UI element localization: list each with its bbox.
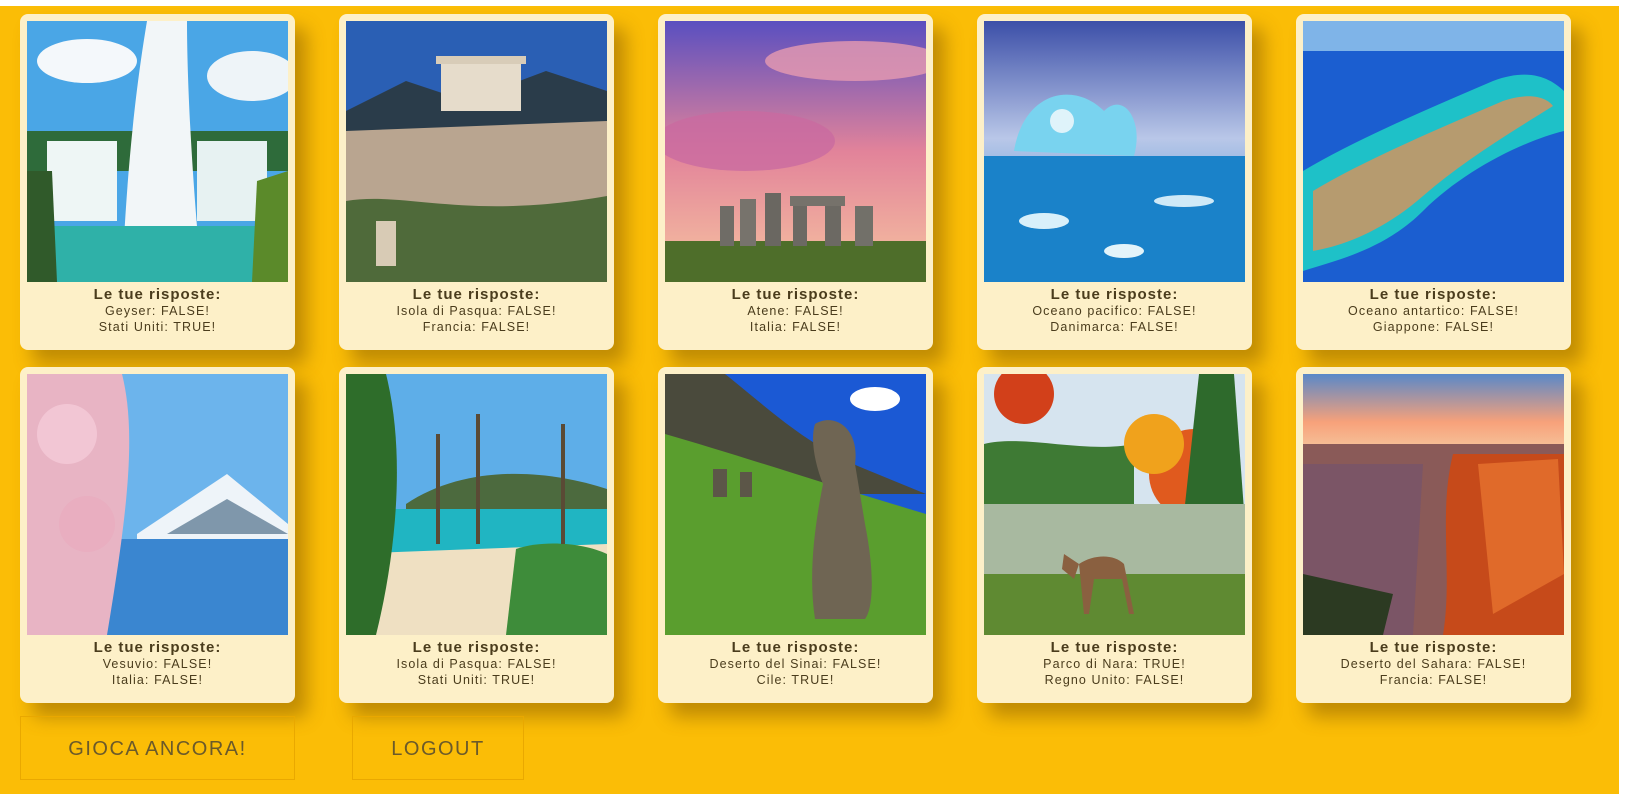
answers-title: Le tue risposte: (412, 639, 541, 656)
great-barrier-reef-photo (1303, 21, 1564, 282)
result-card: Le tue risposte: Parco di Nara: TRUE! Re… (977, 367, 1252, 703)
answer-line-2: Cile: TRUE! (756, 673, 835, 687)
result-card: Le tue risposte: Isola di Pasqua: FALSE!… (339, 367, 614, 703)
answer-line-1: Atene: FALSE! (747, 304, 844, 318)
answer-line-1: Parco di Nara: TRUE! (1043, 657, 1186, 671)
answer-line-2: Giappone: FALSE! (1372, 320, 1495, 334)
result-card: Le tue risposte: Geyser: FALSE! Stati Un… (20, 14, 295, 350)
answers-title: Le tue risposte: (1369, 639, 1498, 656)
page-edge (1619, 6, 1629, 794)
answer-line-1: Deserto del Sinai: FALSE! (709, 657, 882, 671)
answer-line-1: Isola di Pasqua: FALSE! (396, 657, 557, 671)
answers-title: Le tue risposte: (731, 286, 860, 303)
answer-line-2: Regno Unito: FALSE! (1044, 673, 1185, 687)
answers-title: Le tue risposte: (1050, 286, 1179, 303)
stonehenge-photo (665, 21, 926, 282)
result-card: Le tue risposte: Deserto del Sinai: FALS… (658, 367, 933, 703)
answers-title: Le tue risposte: (93, 639, 222, 656)
answer-line-2: Italia: FALSE! (111, 673, 204, 687)
answers-title: Le tue risposte: (93, 286, 222, 303)
answer-line-2: Danimarca: FALSE! (1050, 320, 1179, 334)
iceberg-photo (984, 21, 1245, 282)
niagara-falls-photo (27, 21, 288, 282)
hawaii-beach-photo (346, 374, 607, 635)
easter-island-moai-photo (665, 374, 926, 635)
answer-line-1: Isola di Pasqua: FALSE! (396, 304, 557, 318)
answer-line-2: Stati Uniti: TRUE! (417, 673, 536, 687)
answer-line-1: Oceano pacifico: FALSE! (1032, 304, 1197, 318)
answer-line-1: Vesuvio: FALSE! (102, 657, 213, 671)
mount-fuji-photo (27, 374, 288, 635)
answers-title: Le tue risposte: (731, 639, 860, 656)
answers-title: Le tue risposte: (412, 286, 541, 303)
answers-title: Le tue risposte: (1369, 286, 1498, 303)
result-card: Le tue risposte: Deserto del Sahara: FAL… (1296, 367, 1571, 703)
result-card: Le tue risposte: Oceano pacifico: FALSE!… (977, 14, 1252, 350)
answer-line-2: Francia: FALSE! (1379, 673, 1488, 687)
result-card: Le tue risposte: Atene: FALSE! Italia: F… (658, 14, 933, 350)
answer-line-2: Italia: FALSE! (749, 320, 842, 334)
answer-line-2: Stati Uniti: TRUE! (98, 320, 217, 334)
acropolis-photo (346, 21, 607, 282)
answer-line-2: Francia: FALSE! (422, 320, 531, 334)
answer-line-1: Geyser: FALSE! (104, 304, 211, 318)
answers-title: Le tue risposte: (1050, 639, 1179, 656)
result-card: Le tue risposte: Vesuvio: FALSE! Italia:… (20, 367, 295, 703)
result-card: Le tue risposte: Isola di Pasqua: FALSE!… (339, 14, 614, 350)
grand-canyon-photo (1303, 374, 1564, 635)
answer-line-1: Deserto del Sahara: FALSE! (1340, 657, 1527, 671)
autumn-deer-park-photo (984, 374, 1245, 635)
logout-button[interactable]: LOGOUT (352, 716, 524, 780)
answer-line-1: Oceano antartico: FALSE! (1348, 304, 1519, 318)
result-card: Le tue risposte: Oceano antartico: FALSE… (1296, 14, 1571, 350)
play-again-button[interactable]: GIOCA ANCORA! (20, 716, 295, 780)
